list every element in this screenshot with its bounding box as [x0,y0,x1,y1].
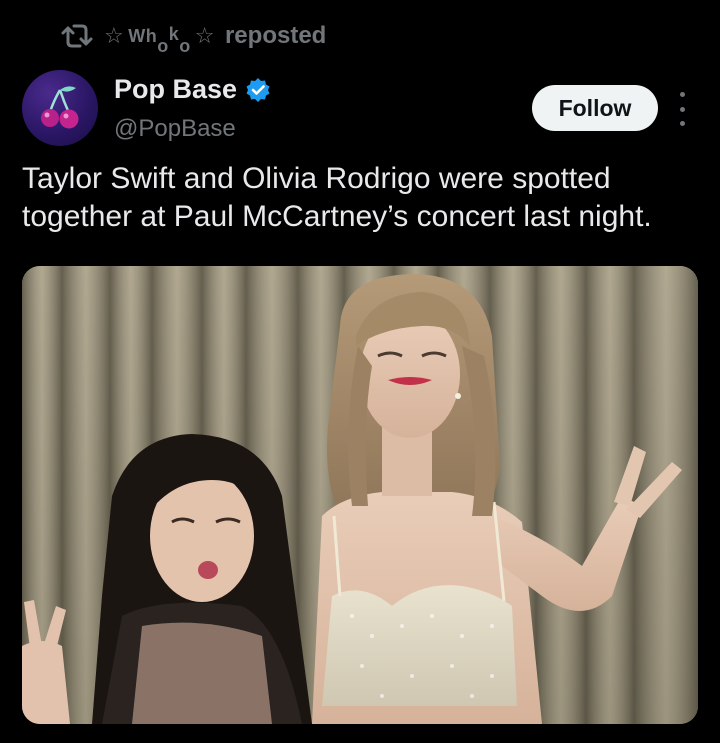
author-name-text: Pop Base [114,74,238,104]
avatar[interactable] [22,70,98,146]
repost-icon [61,24,93,48]
more-options-icon[interactable] [672,92,692,126]
tweet-photo[interactable] [22,266,698,724]
tweet-text: Taylor Swift and Olivia Rodrigo were spo… [22,162,652,233]
reposter-name-part: o [157,35,169,56]
star-icon: ☆ [104,23,125,48]
follow-button[interactable]: Follow [532,85,658,131]
author-name[interactable]: Pop Base [114,74,271,105]
tweet-card[interactable]: ☆ Wh o k o ☆ reposted Pop Base @PopBase … [0,0,720,743]
star-icon: ☆ [194,23,215,48]
reposter-name-part: Wh [128,25,158,46]
repost-context[interactable]: ☆ Wh o k o ☆ reposted [60,22,327,56]
cherry-icon [41,86,79,129]
reposter-name[interactable]: ☆ Wh o k o ☆ [104,23,215,56]
reposter-name-part: k [168,23,180,44]
repost-label: reposted [224,22,327,49]
reposter-name-part: o [179,35,191,56]
verified-badge-icon [246,77,270,102]
author-handle[interactable]: @PopBase [114,115,236,143]
